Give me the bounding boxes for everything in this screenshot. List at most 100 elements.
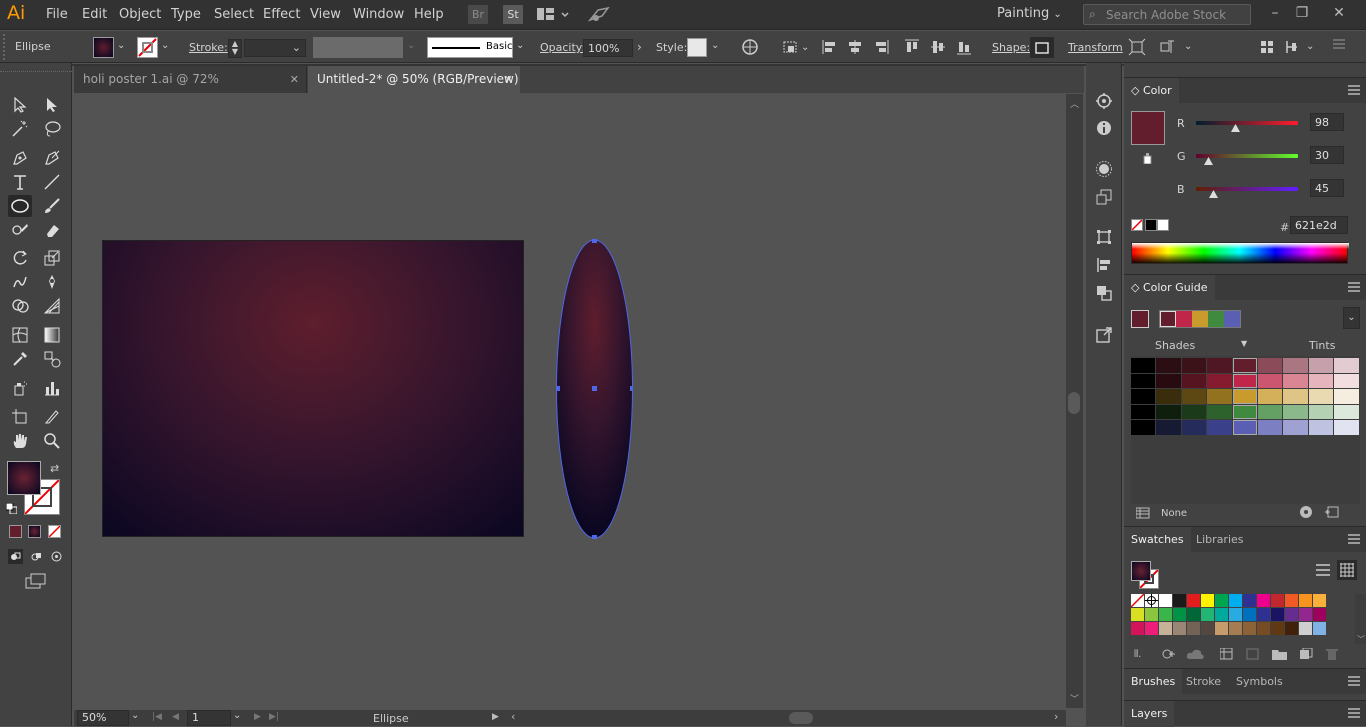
gpu-performance-icon[interactable] [588,6,610,24]
color-variation-cell[interactable] [1334,420,1359,435]
none-color-button[interactable] [1131,219,1143,231]
artboard-tool-icon[interactable] [8,406,32,428]
color-mode-button[interactable] [9,525,22,538]
pen-tool-icon[interactable] [8,147,32,169]
layers-tab[interactable]: Layers [1124,701,1175,727]
swatch[interactable] [1285,622,1298,635]
swatch[interactable] [1187,622,1200,635]
swatch[interactable] [1257,608,1270,621]
color-variation-cell[interactable] [1283,404,1308,419]
color-variation-cell[interactable] [1232,389,1257,404]
opacity-label[interactable]: Opacity: [540,41,585,54]
harmony-color-swatch[interactable] [1160,311,1176,327]
distribute-icon[interactable] [1284,38,1304,58]
color-variation-cell[interactable] [1232,373,1257,388]
swatch[interactable] [1229,594,1242,607]
swatch[interactable] [1299,594,1312,607]
artboard-chevron-down-icon[interactable]: ⌄ [233,710,241,721]
default-fill-stroke-icon[interactable] [6,503,17,514]
appearance-panel-icon[interactable] [1094,91,1114,111]
out-of-web-color-warning-icon[interactable] [1143,153,1152,164]
swatch[interactable] [1229,622,1242,635]
align-to-chevron-down-icon[interactable]: ⌄ [801,42,809,53]
swatch[interactable] [1229,608,1242,621]
eraser-tool-icon[interactable] [40,219,64,241]
mesh-tool-icon[interactable] [8,324,32,346]
swatch[interactable] [1131,622,1144,635]
arrange-icon[interactable] [1258,38,1278,58]
line-segment-tool-icon[interactable] [40,171,64,193]
swatch[interactable] [1145,622,1158,635]
swatches-scrollbar[interactable]: ﹀ [1355,594,1366,644]
menu-view[interactable]: View [310,7,341,22]
shape-label[interactable]: Shape: [992,41,1030,54]
close-window-button[interactable]: ✕ [1328,2,1350,24]
swatch[interactable] [1257,622,1270,635]
style-chevron-down-icon[interactable]: ⌄ [711,40,719,51]
brush-chevron-down-icon[interactable]: ⌄ [516,40,524,51]
scale-tool-icon[interactable] [40,247,64,269]
swatches-grid[interactable] [1131,594,1355,644]
color-variation-cell[interactable] [1181,420,1207,435]
color-variation-cell[interactable] [1308,358,1334,373]
none-mode-button[interactable] [48,525,61,538]
registration-swatch[interactable] [1145,594,1158,607]
transform-panel-icon[interactable] [1094,227,1114,247]
draw-inside-icon[interactable] [49,549,64,564]
color-variation-cell[interactable] [1232,358,1257,373]
pathfinder-panel-icon[interactable] [1094,283,1114,303]
next-artboard-icon[interactable]: ▶ [254,712,261,722]
transform-options-icon[interactable] [1158,38,1178,58]
swatch[interactable] [1187,594,1200,607]
red-slider-thumb[interactable] [1230,124,1240,132]
control-bar-grip[interactable] [3,34,8,60]
swatch[interactable] [1257,594,1270,607]
color-variation-cell[interactable] [1207,358,1232,373]
color-guide-menu-icon[interactable] [1348,282,1360,292]
swatch[interactable] [1201,608,1214,621]
slice-tool-icon[interactable] [40,406,64,428]
distribute-chevron-down-icon[interactable]: ⌄ [1306,41,1314,52]
swatch[interactable] [1271,622,1284,635]
color-variation-cell[interactable] [1181,373,1207,388]
harmony-color-swatch[interactable] [1208,311,1224,327]
swatch[interactable] [1285,594,1298,607]
color-variation-cell[interactable] [1283,358,1308,373]
rotate-tool-icon[interactable] [8,247,32,269]
edit-colors-icon[interactable] [1299,505,1313,519]
hand-tool-icon[interactable] [8,430,32,452]
current-tool-status[interactable]: Ellipse [373,712,409,725]
color-variation-cell[interactable] [1232,404,1257,419]
stroke-label[interactable]: Stroke: [189,41,228,54]
swatch[interactable] [1243,608,1256,621]
selection-tool-icon[interactable] [8,94,32,116]
swatches-panel-menu-icon[interactable] [1348,534,1360,544]
isolate-object-icon[interactable] [1128,38,1148,58]
scroll-right-icon[interactable]: › [1054,710,1058,723]
color-variation-cell[interactable] [1131,373,1156,388]
color-panel-menu-icon[interactable] [1348,85,1360,95]
current-color-swatch[interactable] [1131,111,1165,145]
workspace-switcher[interactable]: Painting ⌄ [997,6,1062,21]
selected-ellipse[interactable] [556,239,633,539]
stroke-dropdown-chevron-icon[interactable]: ⌄ [161,40,169,51]
align-to-icon[interactable] [782,38,802,58]
stock-button[interactable]: St [503,5,523,24]
color-variation-cell[interactable] [1131,358,1156,373]
color-spectrum-bar[interactable] [1131,242,1349,264]
align-left-icon[interactable] [821,38,841,58]
align-horizontal-center-icon[interactable] [846,38,866,58]
color-variation-cell[interactable] [1308,373,1334,388]
swatch[interactable] [1159,608,1172,621]
zoom-field[interactable]: 50% [77,710,129,726]
color-variation-cell[interactable] [1181,389,1207,404]
info-panel-icon[interactable] [1094,118,1114,138]
swatch[interactable] [1173,622,1186,635]
brushes-tab[interactable]: Brushes [1124,669,1183,695]
swatch[interactable] [1243,594,1256,607]
gradient-rectangle[interactable] [102,240,524,537]
color-variation-cell[interactable] [1283,389,1308,404]
puppet-warp-tool-icon[interactable] [40,271,64,293]
graphic-style-swatch[interactable] [687,38,707,57]
swatch[interactable] [1145,608,1158,621]
